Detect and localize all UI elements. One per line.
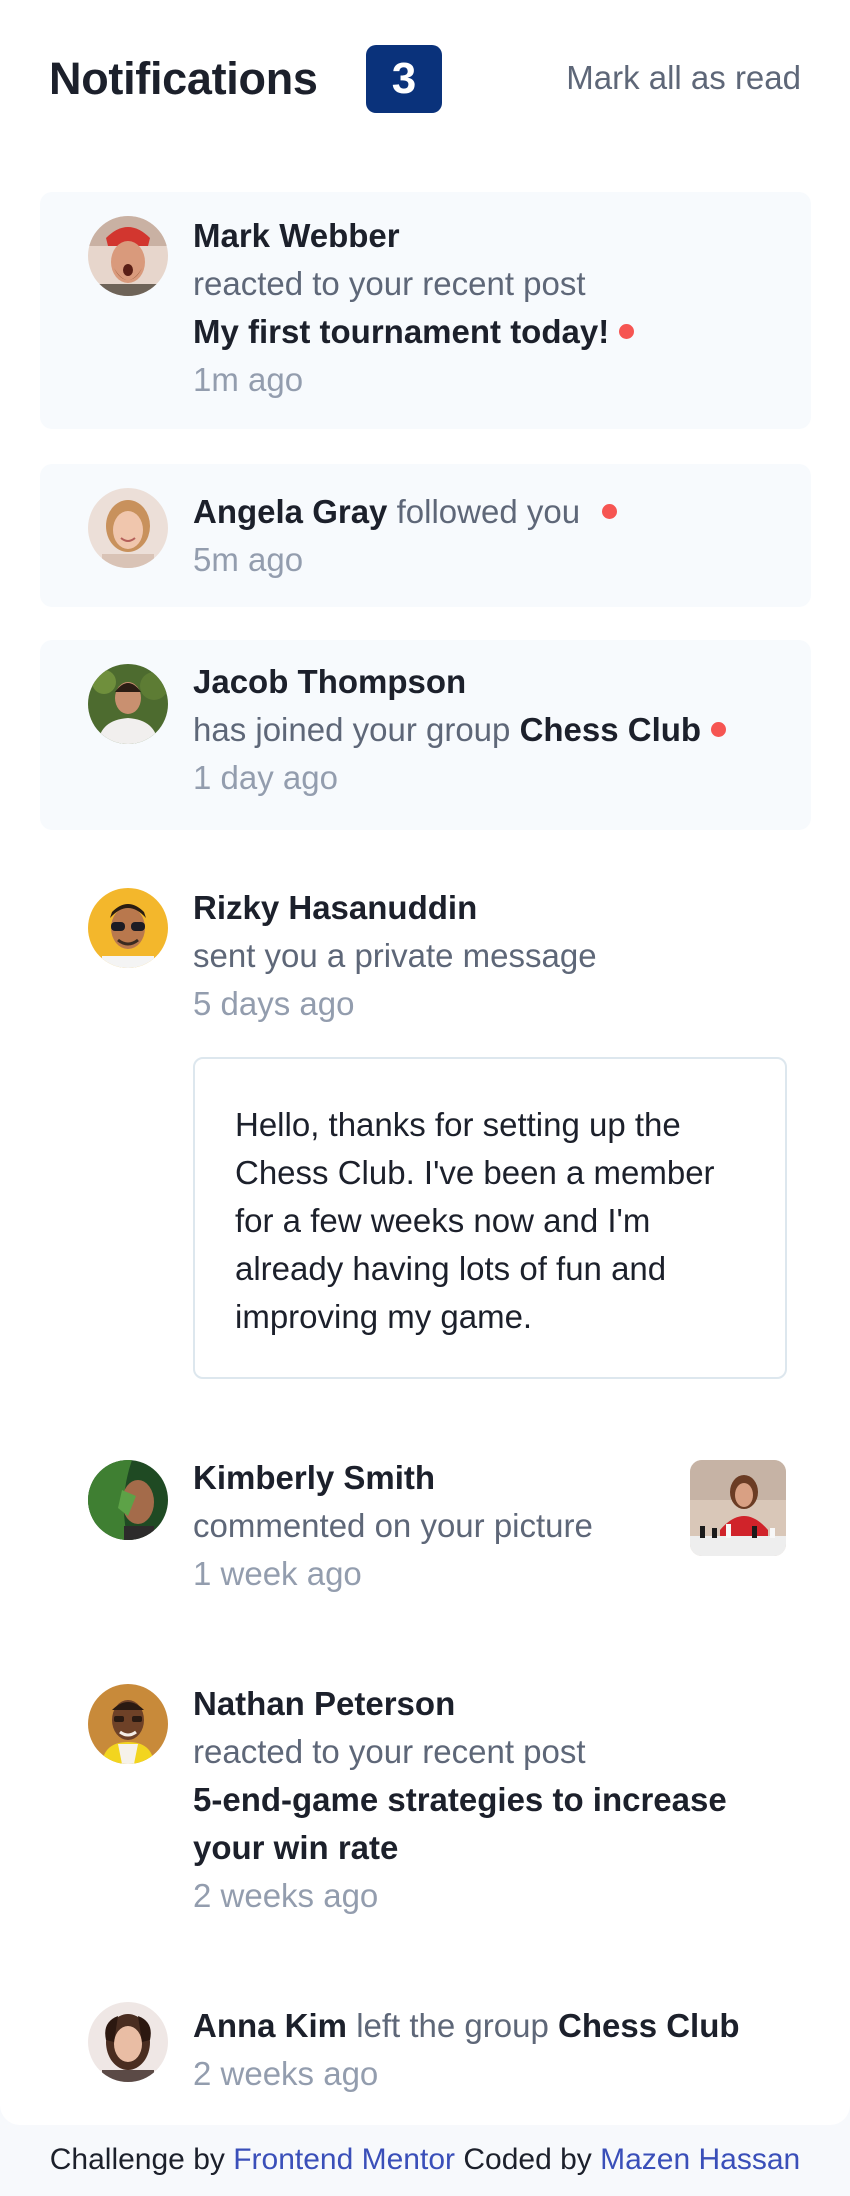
notification-action: sent you a private message (193, 937, 597, 974)
frontend-mentor-link[interactable]: Frontend Mentor (233, 2143, 455, 2176)
notification-action: has joined your group (193, 711, 511, 748)
notification-action: reacted to your recent post (193, 1733, 586, 1770)
group-link[interactable]: Chess Club (558, 2007, 740, 2044)
page-title: Notifications (49, 53, 318, 104)
avatar-mark-webber (88, 216, 168, 296)
timestamp: 2 weeks ago (193, 2055, 379, 2092)
user-name[interactable]: Mark Webber (193, 217, 400, 254)
notification-content: Angela Gray followed you 5m ago (193, 488, 771, 584)
avatar[interactable] (88, 488, 168, 568)
post-link[interactable]: 5-end-game strategies to increase your w… (193, 1781, 727, 1866)
notification-item[interactable]: Jacob Thompson has joined your group Che… (40, 640, 811, 830)
avatar[interactable] (88, 888, 168, 968)
user-name[interactable]: Jacob Thompson (193, 663, 466, 700)
avatar-kimberly-smith (88, 1460, 168, 1540)
chess-picture-thumbnail (690, 1460, 786, 1556)
unread-dot-icon (711, 721, 727, 737)
notification-content: Nathan Peterson reacted to your recent p… (193, 1680, 771, 1920)
user-name[interactable]: Nathan Peterson (193, 1685, 455, 1722)
avatar-rizky-hasanuddin (88, 888, 168, 968)
unread-dot-icon (602, 503, 618, 519)
avatar[interactable] (88, 1460, 168, 1540)
timestamp: 5m ago (193, 541, 304, 578)
notification-action: reacted to your recent post (193, 265, 586, 302)
notification-item[interactable]: Mark Webber reacted to your recent post … (40, 192, 811, 429)
avatar-angela-gray (88, 488, 168, 568)
commented-picture-thumbnail[interactable] (690, 1460, 786, 1556)
notification-action: commented on your picture (193, 1507, 593, 1544)
challenge-prefix: Challenge by (49, 2143, 225, 2176)
user-name[interactable]: Angela Gray (193, 493, 387, 530)
timestamp: 1 day ago (193, 759, 338, 796)
timestamp: 1 week ago (193, 1555, 362, 1592)
author-link[interactable]: Mazen Hassan (600, 2143, 800, 2176)
notification-content: Kimberly Smith commented on your picture… (193, 1454, 671, 1598)
timestamp: 1m ago (193, 361, 304, 398)
notification-content: Jacob Thompson has joined your group Che… (193, 658, 771, 802)
user-name[interactable]: Kimberly Smith (193, 1459, 435, 1496)
notifications-card: Notifications 3 Mark all as read Mark We… (0, 0, 850, 2125)
header: Notifications 3 Mark all as read (49, 45, 801, 115)
notification-item[interactable]: Anna Kim left the group Chess Club 2 wee… (40, 1980, 811, 2120)
notification-content: Rizky Hasanuddin sent you a private mess… (193, 884, 771, 1028)
mark-all-as-read-button[interactable]: Mark all as read (566, 59, 801, 97)
avatar[interactable] (88, 2002, 168, 2082)
avatar-jacob-thompson (88, 664, 168, 744)
notification-item[interactable]: Nathan Peterson reacted to your recent p… (40, 1660, 811, 1946)
avatar-nathan-peterson (88, 1684, 168, 1764)
private-message[interactable]: Hello, thanks for setting up the Chess C… (193, 1057, 787, 1379)
group-link[interactable]: Chess Club (520, 711, 702, 748)
avatar[interactable] (88, 1684, 168, 1764)
timestamp: 2 weeks ago (193, 1877, 379, 1914)
user-name[interactable]: Rizky Hasanuddin (193, 889, 477, 926)
avatar[interactable] (88, 664, 168, 744)
attribution-footer: Challenge by Frontend Mentor Coded by Ma… (0, 2143, 850, 2177)
user-name[interactable]: Anna Kim (193, 2007, 347, 2044)
timestamp: 5 days ago (193, 985, 355, 1022)
avatar[interactable] (88, 216, 168, 296)
post-link[interactable]: My first tournament today! (193, 313, 609, 350)
notification-content: Mark Webber reacted to your recent post … (193, 212, 771, 404)
unread-count-badge: 3 (366, 45, 442, 113)
unread-dot-icon (619, 323, 635, 339)
notification-action: followed you (396, 493, 581, 530)
notification-content: Anna Kim left the group Chess Club 2 wee… (193, 2002, 771, 2098)
coded-prefix: Coded by (463, 2143, 592, 2176)
avatar-anna-kim (88, 2002, 168, 2082)
notification-item[interactable]: Angela Gray followed you 5m ago (40, 464, 811, 607)
notification-action: left the group (356, 2007, 549, 2044)
